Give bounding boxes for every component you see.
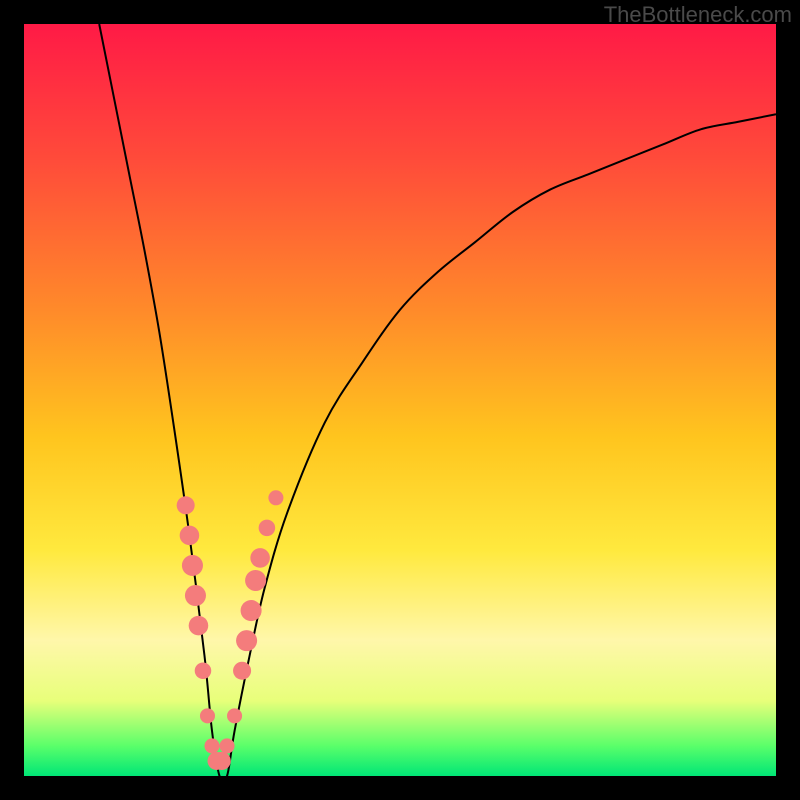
curve-marker: [241, 600, 262, 621]
curve-marker: [233, 662, 251, 680]
curve-marker: [236, 630, 257, 651]
curve-marker: [189, 616, 209, 636]
chart-plot-area: [24, 24, 776, 776]
curve-marker: [259, 520, 276, 537]
curve-marker: [200, 708, 215, 723]
curve-marker: [180, 526, 200, 546]
curve-marker: [195, 662, 212, 679]
curve-marker: [182, 555, 203, 576]
curve-marker: [268, 490, 283, 505]
curve-marker: [185, 585, 206, 606]
curve-marker: [204, 738, 219, 753]
curve-marker: [245, 570, 266, 591]
curve-markers-group: [177, 490, 284, 770]
curve-marker: [227, 708, 242, 723]
curve-marker: [250, 548, 270, 568]
curve-marker: [220, 738, 235, 753]
curve-marker: [177, 496, 195, 514]
bottleneck-curve-svg: [24, 24, 776, 776]
curve-marker: [213, 752, 231, 770]
